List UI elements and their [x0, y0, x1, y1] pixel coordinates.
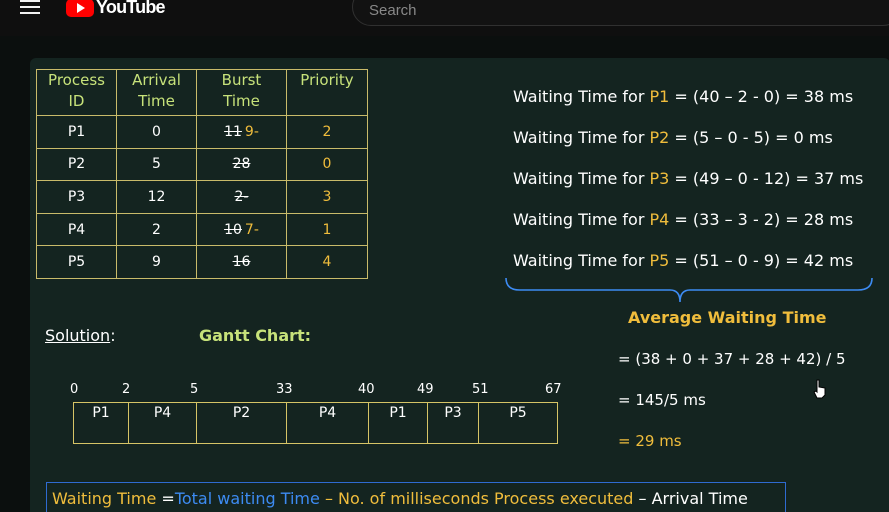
process-id-cell: P3 — [36, 180, 117, 214]
process-table: Process ID Arrival Time Burst Time Priority… — [36, 69, 368, 279]
arrival-cell: 12 — [116, 180, 197, 214]
gantt-cell: P4 — [129, 403, 197, 443]
gantt-cell: P1 — [74, 403, 129, 443]
average-line-2: = 145/5 ms — [618, 391, 706, 409]
gantt-tick: 51 — [472, 382, 489, 397]
gantt-chart: P1 P4 P2 P4 P1 P3 P5 — [73, 402, 558, 444]
burst-new: 9- — [244, 123, 259, 140]
burst-old: 2- — [234, 188, 249, 205]
gantt-tick: 33 — [276, 382, 293, 397]
average-title: Average Waiting Time — [628, 308, 827, 327]
burst-old: 11 — [224, 123, 242, 140]
youtube-header: YouTube — [0, 0, 889, 32]
waiting-time-line: Waiting Time for P2 = (5 – 0 - 5) = 0 ms — [513, 128, 833, 147]
burst-cell: 28 — [196, 147, 287, 182]
waiting-time-formula: Waiting Time =Total waiting Time – No. o… — [52, 489, 748, 508]
video-player[interactable]: Process ID Arrival Time Burst Time Priority… — [0, 36, 889, 512]
priority-cell: 0 — [286, 147, 368, 182]
play-logo-icon — [66, 0, 94, 17]
menu-icon[interactable] — [20, 0, 40, 14]
burst-old: 16 — [232, 254, 251, 271]
column-header-arrival-time: Arrival Time — [116, 69, 197, 116]
youtube-logo-text: YouTube — [96, 0, 166, 17]
table-row: P4 2 10 7- 1 — [36, 212, 368, 247]
burst-cell: 16 — [196, 245, 287, 279]
waiting-time-line: Waiting Time for P5 = (51 – 0 - 9) = 42 … — [513, 251, 854, 270]
average-result: = 29 ms — [618, 432, 682, 450]
burst-cell: 10 7- — [196, 212, 287, 247]
hand-cursor-icon — [813, 379, 826, 399]
gantt-tick: 5 — [190, 382, 199, 397]
priority-cell: 2 — [286, 115, 368, 149]
gantt-cell: P5 — [509, 405, 527, 421]
burst-old: 10 — [224, 221, 242, 238]
column-header-process-id: Process ID — [36, 69, 117, 116]
arrival-cell: 2 — [116, 212, 197, 247]
table-row: P1 0 11 9- 2 — [36, 115, 368, 149]
burst-new: 7- — [244, 221, 259, 238]
average-line-1: = (38 + 0 + 37 + 28 + 42) / 5 — [618, 350, 846, 368]
gantt-tick: 40 — [358, 382, 375, 397]
process-id-cell: P1 — [36, 115, 117, 149]
arrival-cell: 5 — [116, 147, 197, 182]
burst-cell: 11 9- — [196, 115, 287, 149]
curly-brace-icon — [505, 277, 873, 303]
table-row: P3 12 2- 3 — [36, 180, 368, 214]
burst-old: 28 — [232, 156, 251, 173]
gantt-tick: 2 — [122, 382, 131, 397]
process-id-cell: P5 — [36, 245, 117, 279]
gantt-cell: P1 — [369, 403, 428, 443]
waiting-time-line: Waiting Time for P4 = (33 – 3 - 2) = 28 … — [513, 210, 854, 229]
search-input[interactable] — [369, 0, 869, 20]
youtube-logo[interactable]: YouTube — [66, 0, 166, 18]
priority-cell: 3 — [286, 180, 368, 214]
gantt-cell: P3 — [428, 403, 479, 443]
priority-cell: 1 — [286, 212, 368, 247]
gantt-cell: P4 — [287, 403, 369, 443]
column-header-priority: Priority — [286, 69, 368, 116]
table-header-row: Process ID Arrival Time Burst Time Priority — [36, 69, 368, 116]
table-row: P5 9 16 4 — [36, 245, 368, 279]
process-id-cell: P4 — [36, 212, 117, 247]
solution-label: Solution: — [45, 326, 116, 345]
priority-cell: 4 — [286, 245, 368, 279]
gantt-cell: P2 — [197, 403, 287, 443]
gantt-tick: 49 — [417, 382, 434, 397]
arrival-cell: 0 — [116, 115, 197, 149]
gantt-tick: 67 — [545, 382, 562, 397]
search-box[interactable] — [352, 0, 889, 26]
table-row: P2 5 28 0 — [36, 147, 368, 182]
gantt-tick: 0 — [70, 382, 79, 397]
arrival-cell: 9 — [116, 245, 197, 279]
waiting-time-line: Waiting Time for P3 = (49 – 0 - 12) = 37… — [513, 169, 864, 188]
gantt-title: Gantt Chart: — [199, 326, 312, 345]
burst-cell: 2- — [196, 180, 287, 214]
process-id-cell: P2 — [36, 147, 117, 182]
waiting-time-line: Waiting Time for P1 = (40 – 2 - 0) = 38 … — [513, 87, 854, 106]
column-header-burst-time: Burst Time — [196, 69, 287, 116]
